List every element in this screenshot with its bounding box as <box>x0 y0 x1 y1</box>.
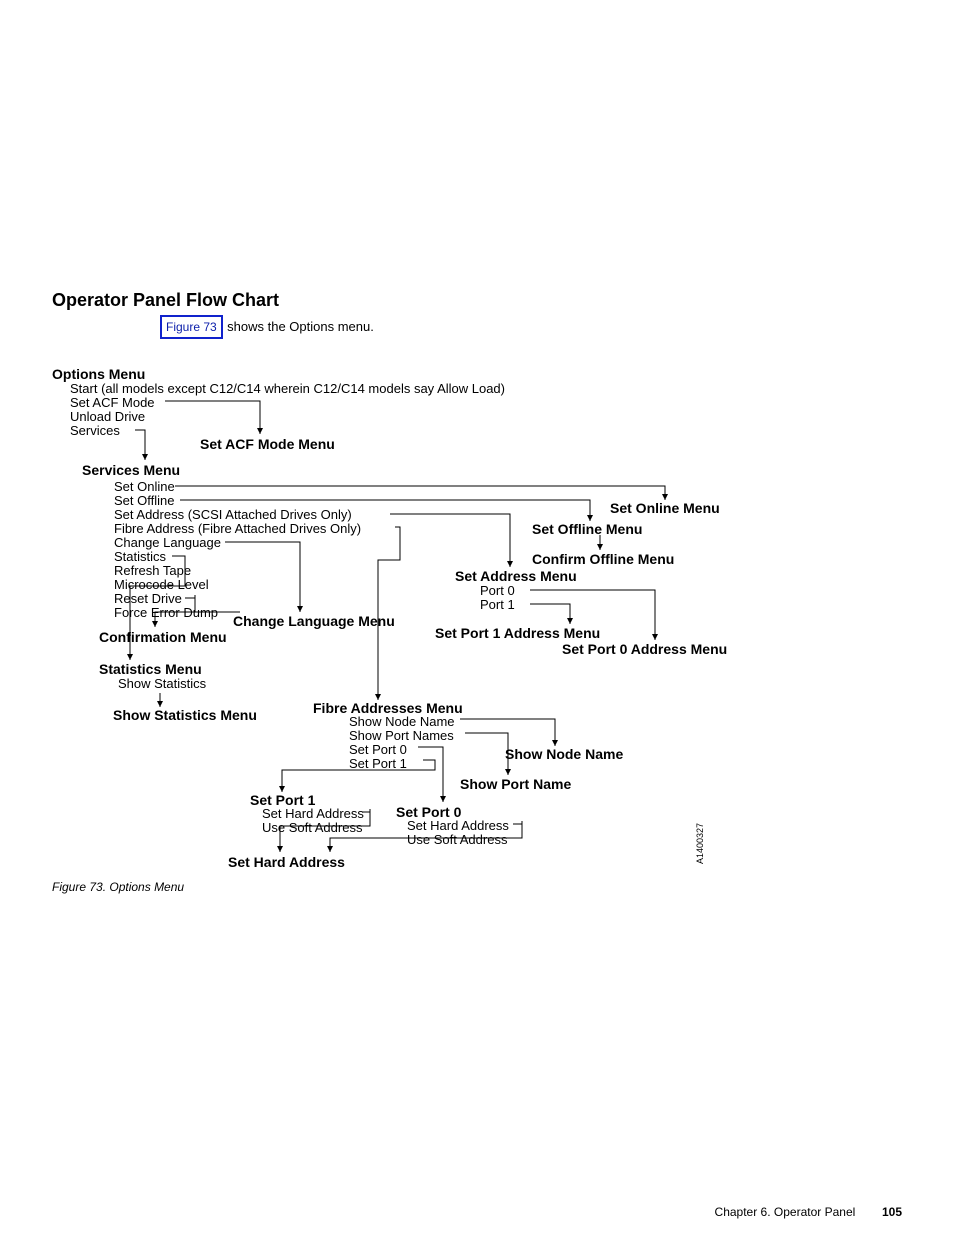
svc-statistics: Statistics <box>114 549 166 564</box>
footer-chapter: Chapter 6. Operator Panel <box>715 1205 856 1219</box>
set-offline-menu: Set Offline Menu <box>532 521 642 537</box>
figure-caption-prefix: Figure 73. <box>52 880 109 894</box>
svc-set-address: Set Address (SCSI Attached Drives Only) <box>114 507 352 522</box>
footer-page: 105 <box>882 1205 902 1219</box>
set-port0-address-menu: Set Port 0 Address Menu <box>562 641 727 657</box>
statistics-show: Show Statistics <box>118 676 206 691</box>
svc-online: Set Online <box>114 479 175 494</box>
set-hard-address: Set Hard Address <box>228 854 345 870</box>
services-menu: Services Menu <box>82 462 180 478</box>
svc-reset: Reset Drive <box>114 591 182 606</box>
set-address-menu: Set Address Menu <box>455 568 577 584</box>
sp1-soft: Use Soft Address <box>262 820 362 835</box>
acf-mode-menu: Set ACF Mode Menu <box>200 436 335 452</box>
svc-refresh: Refresh Tape <box>114 563 191 578</box>
svc-fibre-address: Fibre Address (Fibre Attached Drives Onl… <box>114 521 361 536</box>
fibre-show-ports: Show Port Names <box>349 728 454 743</box>
set-port1-address-menu: Set Port 1 Address Menu <box>435 625 600 641</box>
show-port-name: Show Port Name <box>460 776 571 792</box>
fibre-show-node: Show Node Name <box>349 714 455 729</box>
confirm-offline-menu: Confirm Offline Menu <box>532 551 674 567</box>
change-language-menu: Change Language Menu <box>233 613 395 629</box>
image-id: A1400327 <box>695 823 705 864</box>
show-statistics-menu: Show Statistics Menu <box>113 707 257 723</box>
opt-start: Start (all models except C12/C14 wherein… <box>70 381 505 396</box>
sp0-soft: Use Soft Address <box>407 832 507 847</box>
svc-change-language: Change Language <box>114 535 221 550</box>
options-menu-heading: Options Menu <box>52 366 145 382</box>
figure-caption-text: Options Menu <box>109 880 184 894</box>
svc-microcode: Microcode Level <box>114 577 209 592</box>
sa-port0: Port 0 <box>480 583 515 598</box>
sp0-hard: Set Hard Address <box>407 818 509 833</box>
statistics-menu: Statistics Menu <box>99 661 202 677</box>
opt-unload: Unload Drive <box>70 409 145 424</box>
opt-services: Services <box>70 423 120 438</box>
confirmation-menu: Confirmation Menu <box>99 629 227 645</box>
sp1-hard: Set Hard Address <box>262 806 364 821</box>
svc-offline: Set Offline <box>114 493 174 508</box>
fibre-set-port1: Set Port 1 <box>349 756 407 771</box>
opt-set-acf: Set ACF Mode <box>70 395 155 410</box>
svc-force: Force Error Dump <box>114 605 218 620</box>
set-online-menu: Set Online Menu <box>610 500 720 516</box>
show-node-name: Show Node Name <box>505 746 623 762</box>
fibre-set-port0: Set Port 0 <box>349 742 407 757</box>
sa-port1: Port 1 <box>480 597 515 612</box>
